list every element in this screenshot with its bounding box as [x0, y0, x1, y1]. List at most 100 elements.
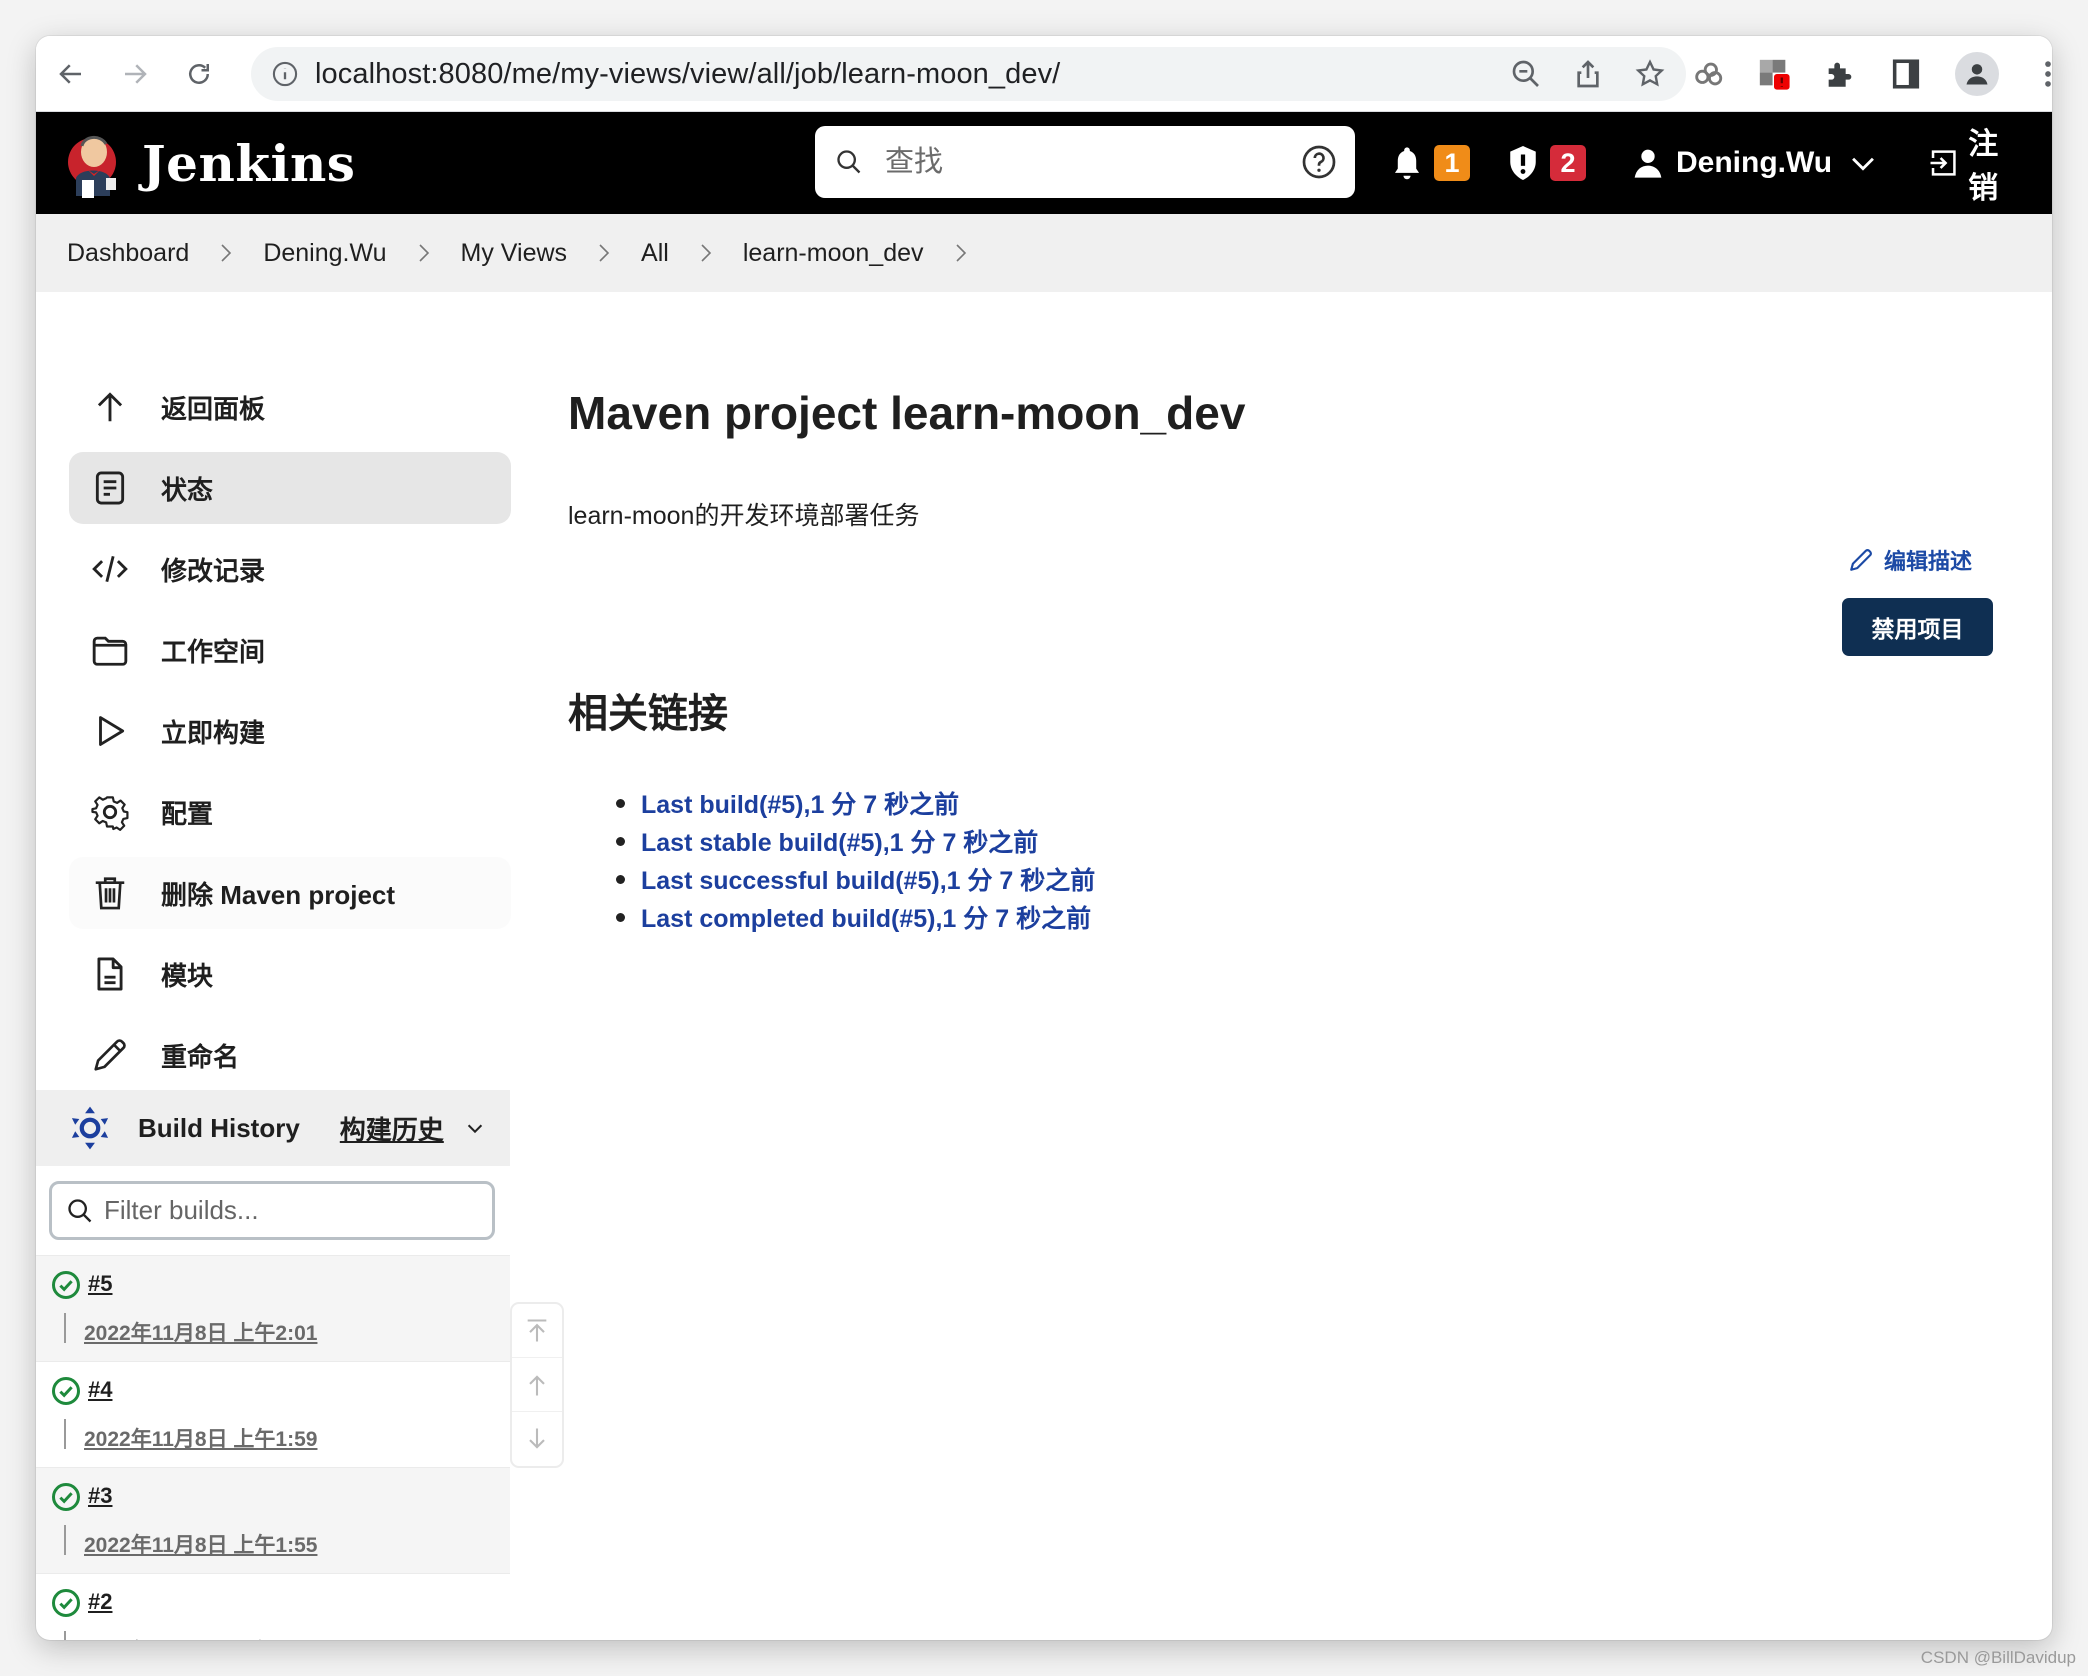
build-number-link[interactable]: #5: [88, 1271, 112, 1297]
breadcrumb-my-views[interactable]: My Views: [461, 239, 568, 268]
pencil-icon: [94, 1039, 126, 1071]
extension-cluster-icon[interactable]: [1691, 57, 1725, 91]
last-build-link[interactable]: Last build(#5),1 分 7 秒之前: [641, 785, 959, 821]
filter-builds-box[interactable]: [49, 1181, 495, 1240]
breadcrumb-all[interactable]: All: [641, 239, 669, 268]
bell-icon: [1394, 147, 1420, 180]
side-panel-icon[interactable]: [1889, 57, 1923, 91]
last-successful-build-link[interactable]: Last successful build(#5),1 分 7 秒之前: [641, 861, 1095, 897]
arrow-down-icon: [529, 1428, 545, 1449]
sidebar-item-configure[interactable]: 配置: [69, 776, 511, 848]
zoom-out-icon[interactable]: [1510, 58, 1542, 90]
omnibox-actions: [1510, 47, 1666, 101]
list-item: Last successful build(#5),1 分 7 秒之前: [616, 860, 1095, 898]
back-button[interactable]: [50, 53, 92, 95]
build-row[interactable]: #2 2022年11月8日 上午1:53: [36, 1573, 510, 1640]
extensions-area: [1671, 36, 2052, 112]
jenkins-logo-icon[interactable]: [66, 126, 122, 200]
scroll-up-button[interactable]: [512, 1358, 562, 1412]
build-time-link[interactable]: 2022年11月8日 上午1:53: [84, 1635, 317, 1640]
page-title: Maven project learn-moon_dev: [568, 387, 1246, 439]
logout-icon: [1930, 150, 1956, 176]
bullet: [616, 912, 625, 922]
pencil-icon: [1850, 549, 1872, 571]
breadcrumb-dashboard[interactable]: Dashboard: [67, 239, 189, 268]
disable-project-button[interactable]: 禁用项目: [1842, 598, 1993, 656]
sidebar-item-changes[interactable]: 修改记录: [69, 533, 511, 605]
edit-description-link[interactable]: 编辑描述: [1848, 544, 1972, 576]
timeline-line: [64, 1313, 66, 1343]
last-completed-build-link[interactable]: Last completed build(#5),1 分 7 秒之前: [641, 899, 1091, 935]
scroll-top-button[interactable]: [512, 1304, 562, 1358]
play-icon: [99, 716, 125, 746]
success-check-icon: [52, 1271, 80, 1299]
user-name[interactable]: Dening.Wu: [1676, 146, 1832, 180]
related-links-title: 相关链接: [568, 692, 728, 736]
forward-button[interactable]: [114, 53, 156, 95]
breadcrumb-job[interactable]: learn-moon_dev: [743, 239, 924, 268]
gear-icon: [91, 796, 129, 831]
shield-alert-icon: [1510, 146, 1536, 180]
address-bar[interactable]: localhost:8080/me/my-views/view/all/job/…: [251, 47, 1686, 101]
reload-button[interactable]: [178, 53, 220, 95]
arrow-up-icon: [529, 1374, 545, 1395]
sidebar-item-modules[interactable]: 模块: [69, 938, 511, 1010]
build-row[interactable]: #5 2022年11月8日 上午2:01: [36, 1255, 510, 1361]
build-trend-link[interactable]: 构建历史: [340, 1110, 444, 1147]
build-history-icon: [71, 1106, 109, 1150]
sidebar-item-build-now[interactable]: 立即构建: [69, 695, 511, 767]
chevron-down-icon[interactable]: [1846, 144, 1880, 182]
chevron-right-icon[interactable]: [597, 242, 611, 264]
chevron-right-icon[interactable]: [699, 242, 713, 264]
list-item: Last build(#5),1 分 7 秒之前: [616, 784, 1095, 822]
extensions-puzzle-icon[interactable]: [1823, 57, 1857, 91]
bullet: [616, 798, 625, 808]
browser-toolbar: localhost:8080/me/my-views/view/all/job/…: [36, 36, 2052, 112]
filter-builds-input[interactable]: [104, 1195, 474, 1226]
build-number-link[interactable]: #3: [88, 1483, 112, 1509]
bullet: [616, 874, 625, 884]
build-time-link[interactable]: 2022年11月8日 上午2:01: [84, 1317, 317, 1347]
help-icon[interactable]: [1301, 144, 1337, 180]
build-row[interactable]: #4 2022年11月8日 上午1:59: [36, 1361, 510, 1467]
trash-icon: [95, 877, 125, 910]
url-text[interactable]: localhost:8080/me/my-views/view/all/job/…: [315, 58, 1060, 91]
sidebar-item-workspace[interactable]: 工作空间: [69, 614, 511, 686]
info-icon[interactable]: [271, 60, 299, 88]
sidebar-item-label: 状态: [161, 474, 214, 505]
menu-kebab-icon[interactable]: [2031, 57, 2052, 91]
breadcrumb-user[interactable]: Dening.Wu: [263, 239, 386, 268]
notifications-button[interactable]: 1: [1390, 144, 1470, 182]
sidebar-item-delete-project[interactable]: 删除 Maven project: [69, 857, 511, 929]
sidebar-item-status[interactable]: 状态: [69, 452, 511, 524]
security-button[interactable]: 2: [1506, 144, 1586, 182]
watermark: CSDN @BillDavidup: [1920, 1648, 2076, 1667]
bookmark-star-icon[interactable]: [1634, 58, 1666, 90]
build-history-title: Build History: [138, 1112, 300, 1143]
logout-button[interactable]: 注销: [1928, 119, 2016, 207]
code-icon: [92, 555, 128, 583]
chevron-right-icon[interactable]: [417, 242, 431, 264]
sidebar-item-rename[interactable]: 重命名: [69, 1019, 511, 1091]
share-icon[interactable]: [1572, 58, 1604, 90]
search-input[interactable]: [885, 145, 1285, 179]
build-time-link[interactable]: 2022年11月8日 上午1:59: [84, 1423, 317, 1453]
scroll-down-button[interactable]: [512, 1412, 562, 1466]
build-number-link[interactable]: #4: [88, 1377, 112, 1403]
search-box[interactable]: [815, 126, 1355, 198]
build-time-link[interactable]: 2022年11月8日 上午1:55: [84, 1529, 317, 1559]
success-check-icon: [52, 1483, 80, 1511]
profile-button[interactable]: [1955, 52, 1999, 96]
status-document-icon: [95, 471, 125, 505]
chevron-right-icon[interactable]: [954, 242, 968, 264]
sidebar-item-back-to-dashboard[interactable]: 返回面板: [69, 371, 511, 443]
build-row[interactable]: #3 2022年11月8日 上午1:55: [36, 1467, 510, 1573]
timeline-line: [64, 1525, 66, 1555]
last-stable-build-link[interactable]: Last stable build(#5),1 分 7 秒之前: [641, 823, 1038, 859]
extension-alert-icon[interactable]: [1757, 57, 1791, 91]
jenkins-brand[interactable]: Jenkins: [142, 134, 355, 193]
build-number-link[interactable]: #2: [88, 1589, 112, 1615]
user-menu[interactable]: Dening.Wu: [1632, 144, 1880, 182]
chevron-down-icon[interactable]: [464, 1117, 486, 1139]
chevron-right-icon[interactable]: [219, 242, 233, 264]
